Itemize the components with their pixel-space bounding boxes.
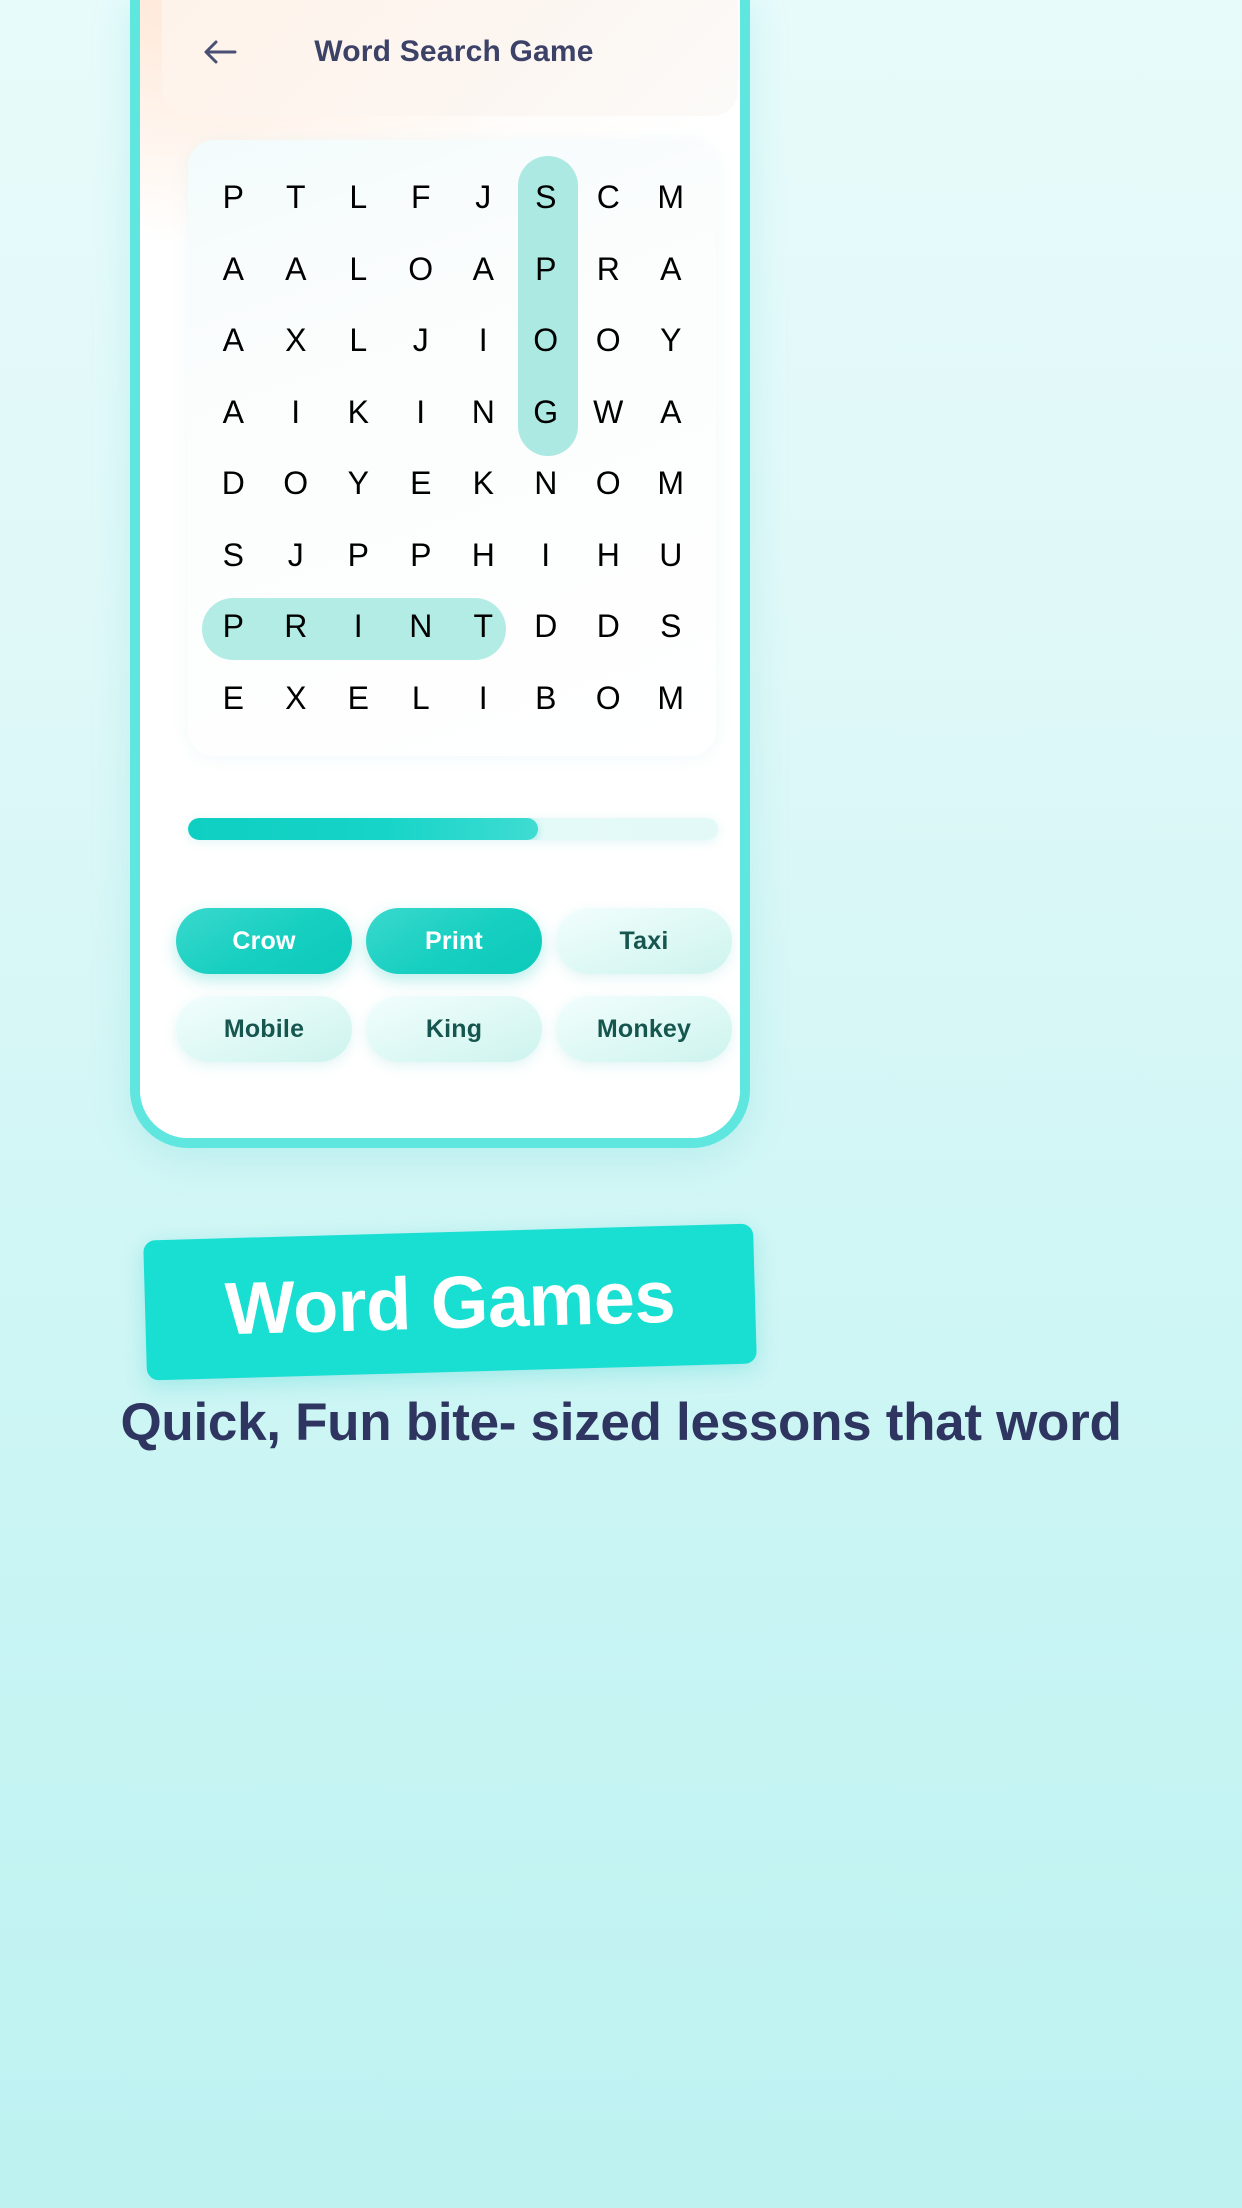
grid-cell[interactable]: F xyxy=(390,162,453,234)
grid-cell[interactable]: D xyxy=(577,591,640,663)
phone-screen: Word Search Game PTLFJSCMAALOAPRAAXLJIOO… xyxy=(140,0,740,1138)
grid-cell[interactable]: P xyxy=(202,591,265,663)
word-search-card: PTLFJSCMAALOAPRAAXLJIOOYAIKINGWADOYEKNOM… xyxy=(188,140,716,756)
grid-cell[interactable]: J xyxy=(452,162,515,234)
subheadline: Quick, Fun bite- sized lessons that word xyxy=(120,1393,1122,1452)
back-button[interactable] xyxy=(190,22,250,82)
grid-cell[interactable]: Y xyxy=(327,448,390,520)
grid-cell[interactable]: A xyxy=(202,305,265,377)
grid-cell[interactable]: H xyxy=(452,520,515,592)
progress-bar-fill xyxy=(188,818,538,840)
grid-cell[interactable]: K xyxy=(327,377,390,449)
grid-cell[interactable]: T xyxy=(265,162,328,234)
grid-cell[interactable]: I xyxy=(265,377,328,449)
word-chip[interactable]: Print xyxy=(366,908,542,974)
word-chip[interactable]: Mobile xyxy=(176,996,352,1062)
grid-cell[interactable]: I xyxy=(327,591,390,663)
progress-bar xyxy=(188,818,718,840)
word-list: Crow Print Taxi Mobile King Monkey xyxy=(176,908,732,1062)
grid-cell[interactable]: I xyxy=(390,377,453,449)
grid-cell[interactable]: S xyxy=(640,591,703,663)
grid-cell[interactable]: A xyxy=(640,234,703,306)
grid-cell[interactable]: P xyxy=(202,162,265,234)
grid-cell[interactable]: L xyxy=(327,305,390,377)
grid-cell[interactable]: O xyxy=(577,448,640,520)
grid-cell[interactable]: E xyxy=(390,448,453,520)
grid-cell[interactable]: O xyxy=(577,663,640,735)
grid-cell[interactable]: E xyxy=(202,663,265,735)
grid-cell[interactable]: M xyxy=(640,448,703,520)
word-chip[interactable]: Taxi xyxy=(556,908,732,974)
grid-cell[interactable]: O xyxy=(390,234,453,306)
grid-cell[interactable]: I xyxy=(515,520,578,592)
grid-cell[interactable]: A xyxy=(640,377,703,449)
grid-cell[interactable]: E xyxy=(327,663,390,735)
word-chip[interactable]: Monkey xyxy=(556,996,732,1062)
grid-cell[interactable]: I xyxy=(452,663,515,735)
grid-cell[interactable]: L xyxy=(327,162,390,234)
grid-cell[interactable]: G xyxy=(515,377,578,449)
grid-cell[interactable]: P xyxy=(515,234,578,306)
grid-cell[interactable]: L xyxy=(327,234,390,306)
page-title: Word Search Game xyxy=(314,35,594,68)
grid-cell[interactable]: N xyxy=(452,377,515,449)
grid-cell[interactable]: B xyxy=(515,663,578,735)
grid-cell[interactable]: M xyxy=(640,663,703,735)
word-chip[interactable]: King xyxy=(366,996,542,1062)
grid-cell[interactable]: O xyxy=(265,448,328,520)
grid-cell[interactable]: S xyxy=(515,162,578,234)
grid-cell[interactable]: D xyxy=(202,448,265,520)
grid-cell[interactable]: I xyxy=(452,305,515,377)
grid-cell[interactable]: P xyxy=(327,520,390,592)
grid-cell[interactable]: Y xyxy=(640,305,703,377)
arrow-left-icon xyxy=(203,39,237,65)
grid-cell[interactable]: A xyxy=(202,234,265,306)
grid-cell[interactable]: W xyxy=(577,377,640,449)
grid-cell[interactable]: A xyxy=(452,234,515,306)
grid-cell[interactable]: R xyxy=(265,591,328,663)
grid-cell[interactable]: A xyxy=(265,234,328,306)
grid-cell[interactable]: M xyxy=(640,162,703,234)
grid-cell[interactable]: P xyxy=(390,520,453,592)
grid-cell[interactable]: J xyxy=(265,520,328,592)
grid-cell[interactable]: A xyxy=(202,377,265,449)
grid-cell[interactable]: L xyxy=(390,663,453,735)
phone-mockup: Word Search Game PTLFJSCMAALOAPRAAXLJIOO… xyxy=(130,0,750,1148)
grid-cell[interactable]: D xyxy=(515,591,578,663)
grid-cell[interactable]: T xyxy=(452,591,515,663)
grid-cell[interactable]: N xyxy=(515,448,578,520)
grid-cell[interactable]: H xyxy=(577,520,640,592)
grid-cell[interactable]: X xyxy=(265,663,328,735)
grid-cell[interactable]: O xyxy=(577,305,640,377)
grid-cell[interactable]: N xyxy=(390,591,453,663)
app-bar: Word Search Game xyxy=(162,0,738,116)
headline: Word Games xyxy=(223,1254,677,1350)
grid-cell[interactable]: S xyxy=(202,520,265,592)
grid-cell[interactable]: R xyxy=(577,234,640,306)
grid-cell[interactable]: K xyxy=(452,448,515,520)
grid-cell[interactable]: J xyxy=(390,305,453,377)
letter-grid[interactable]: PTLFJSCMAALOAPRAAXLJIOOYAIKINGWADOYEKNOM… xyxy=(188,140,716,756)
grid-cell[interactable]: U xyxy=(640,520,703,592)
grid-cell[interactable]: X xyxy=(265,305,328,377)
grid-cell[interactable]: O xyxy=(515,305,578,377)
word-chip[interactable]: Crow xyxy=(176,908,352,974)
grid-cell[interactable]: C xyxy=(577,162,640,234)
